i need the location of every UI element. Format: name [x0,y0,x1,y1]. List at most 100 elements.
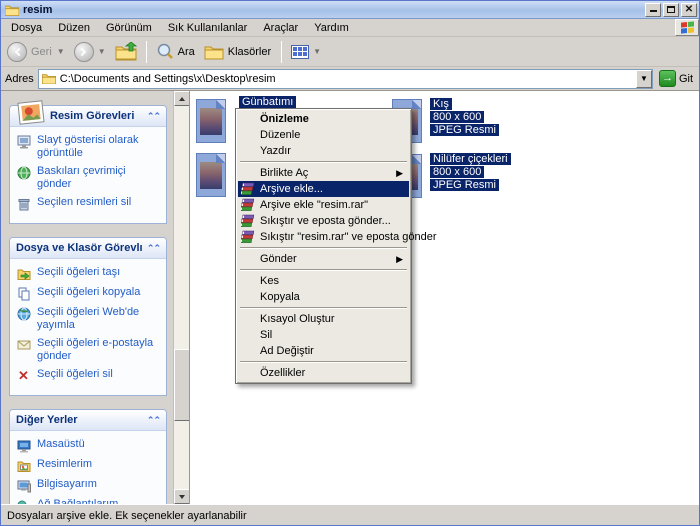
address-input[interactable]: C:\Documents and Settings\x\Desktop\resi… [38,69,653,89]
task-delete-items[interactable]: ✕ Seçili öğeleri sil [16,368,162,383]
menu-item-kisayol-olustur[interactable]: Kısayol Oluştur [238,311,409,327]
menu-yardim[interactable]: Yardım [306,20,357,36]
task-move-items[interactable]: Seçili öğeleri taşı [16,266,162,281]
task-email-items[interactable]: Seçili öğeleri e-postayla gönder [16,337,162,363]
go-label: Git [679,73,693,85]
place-label: Resimlerim [37,458,92,471]
toolbar-separator [281,41,282,63]
delete-pictures-icon [16,196,31,211]
place-my-computer[interactable]: Bilgisayarım [16,478,162,493]
menu-separator [240,307,407,309]
menu-separator [240,361,407,363]
toolbar-separator [146,41,147,63]
move-icon [16,266,31,281]
scrollbar-thumb[interactable] [174,349,190,421]
menu-item-kopyala[interactable]: Kopyala [238,289,409,305]
copy-icon [16,286,31,301]
place-desktop[interactable]: Masaüstü [16,438,162,453]
menu-item-label: Birlikte Aç [260,167,308,179]
menu-item-yazdir[interactable]: Yazdır [238,143,409,159]
search-button[interactable]: Ara [154,43,198,61]
my-pictures-icon [16,458,31,473]
task-label: Seçili öğeleri Web'de yayımla [37,306,162,332]
main-area: Resim Görevleri ⌃⌃ Slayt gösterisi olara… [1,91,699,504]
menu-bar: Dosya Düzen Görünüm Sık Kullanılanlar Ar… [1,19,699,37]
task-order-prints[interactable]: Baskıları çevrimiçi gönder [16,165,162,191]
sidebar-scrollbar[interactable] [173,91,189,504]
menu-item-ad-degistir[interactable]: Ad Değiştir [238,343,409,359]
forward-button[interactable]: ▼ [72,42,109,62]
menu-item-birlikte-ac[interactable]: Birlikte Aç ▶ [238,165,409,181]
task-label: Baskıları çevrimiçi gönder [37,165,162,191]
task-label: Seçili öğeleri kopyala [37,286,140,299]
menu-araclar[interactable]: Araçlar [255,20,306,36]
views-dropdown-icon[interactable]: ▼ [313,47,321,56]
slideshow-icon [16,134,31,149]
close-icon: ✕ [685,5,693,15]
file-name: Kış [430,98,452,110]
place-my-network[interactable]: Ağ Bağlantılarım [16,498,162,504]
menu-item-arsive-ekle[interactable]: Arşive ekle... [238,181,409,197]
my-computer-icon [16,478,31,493]
minimize-button[interactable] [645,3,661,17]
menu-item-sikistir-eposta[interactable]: Sıkıştır ve eposta gönder... [238,213,409,229]
submenu-arrow-icon: ▶ [396,165,403,181]
task-label: Seçilen resimleri sil [37,196,131,209]
desktop-icon [16,438,31,453]
go-arrow-icon: → [659,70,676,87]
panel-header[interactable]: Dosya ve Klasör Görevlı ⌃⌃ [10,238,166,259]
task-delete-pictures[interactable]: Seçilen resimleri sil [16,196,162,211]
folder-icon [5,4,19,16]
menu-item-sil[interactable]: Sil [238,327,409,343]
close-button[interactable]: ✕ [681,3,697,17]
task-publish-web[interactable]: Seçili öğeleri Web'de yayımla [16,306,162,332]
go-button[interactable]: → Git [659,70,693,87]
maximize-button[interactable] [663,3,679,17]
panel-file-folder-tasks: Dosya ve Klasör Görevlı ⌃⌃ Seçili öğeler… [9,237,167,396]
windows-logo [675,19,699,36]
menu-duzen[interactable]: Düzen [50,20,98,36]
place-label: Bilgisayarım [37,478,97,491]
forward-icon [74,42,94,62]
menu-item-label: Sıkıştır ve eposta gönder... [260,215,391,227]
status-bar: Dosyaları arşive ekle. Ek seçenekler aya… [1,504,699,526]
menu-item-arsive-ekle-rar[interactable]: Arşive ekle "resim.rar" [238,197,409,213]
minimize-icon [650,7,657,12]
folders-button[interactable]: Klasörler [202,44,274,60]
task-slideshow[interactable]: Slayt gösterisi olarak görüntüle [16,134,162,160]
panel-header[interactable]: Diğer Yerler ⌃⌃ [10,410,166,431]
back-button[interactable]: Geri ▼ [5,42,68,62]
back-dropdown-icon[interactable]: ▼ [57,47,65,56]
file-info-kis[interactable]: Kış 800 x 600 JPEG Resmi [430,98,499,137]
menu-dosya[interactable]: Dosya [3,20,50,36]
menu-item-sikistir-rar-eposta[interactable]: Sıkıştır "resim.rar" ve eposta gönder [238,229,409,245]
menu-item-onizleme[interactable]: Önizleme [238,111,409,127]
maximize-icon [667,6,675,13]
menu-separator [240,269,407,271]
scroll-down-icon [179,495,185,499]
task-copy-items[interactable]: Seçili öğeleri kopyala [16,286,162,301]
views-button[interactable]: ▼ [289,45,324,59]
panel-title: Resim Görevleri [50,110,147,122]
menu-item-gonder[interactable]: Gönder▶ [238,251,409,267]
menu-item-ozellikler[interactable]: Özellikler [238,365,409,381]
forward-dropdown-icon[interactable]: ▼ [98,47,106,56]
scroll-down-button[interactable] [174,489,190,504]
menu-sik-kullanilanlar[interactable]: Sık Kullanılanlar [160,20,256,36]
menu-item-label: Arşive ekle... [260,183,323,195]
file-thumbnail-gunbatimi[interactable] [196,99,226,143]
file-info-nilufer[interactable]: Nilüfer çiçekleri 800 x 600 JPEG Resmi [430,153,511,192]
file-list-area[interactable]: Günbatımı Kış 800 x 600 JPEG Resmi [189,91,699,504]
search-label: Ara [178,46,195,58]
menu-item-duzenle[interactable]: Düzenle [238,127,409,143]
winrar-icon [241,230,255,244]
menu-item-kes[interactable]: Kes [238,273,409,289]
window-title: resim [23,4,645,16]
place-my-pictures[interactable]: Resimlerim [16,458,162,473]
file-thumbnail[interactable] [196,153,226,197]
address-dropdown-button[interactable]: ▼ [636,70,652,88]
up-button[interactable] [113,42,139,61]
menu-gorunum[interactable]: Görünüm [98,20,160,36]
scroll-up-button[interactable] [174,91,190,106]
address-label: Adres [5,73,34,85]
